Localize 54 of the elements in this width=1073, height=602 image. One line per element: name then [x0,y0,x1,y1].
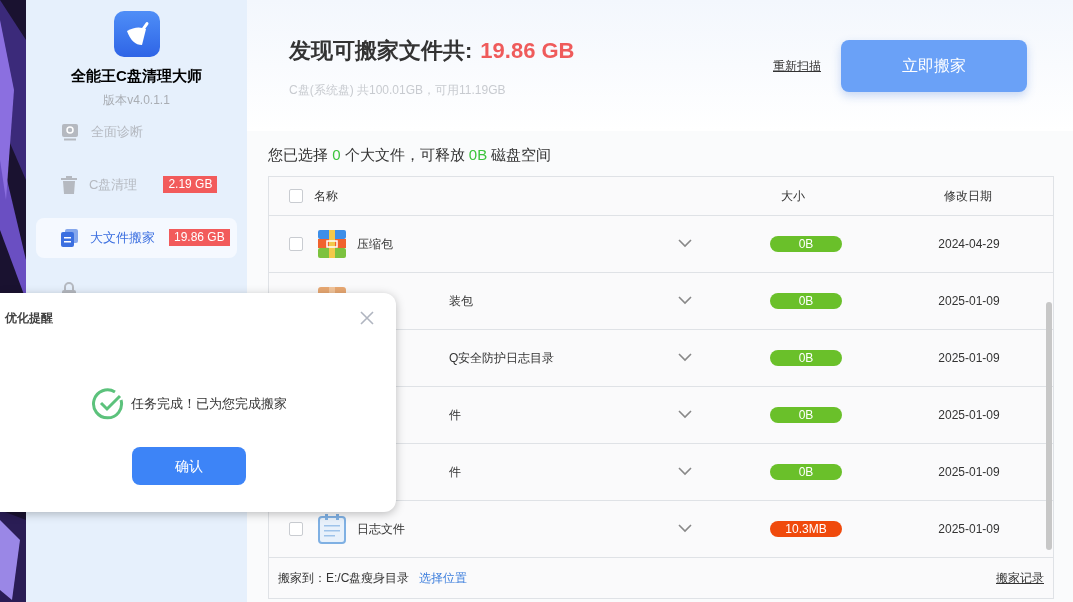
column-header: 修改日期 [943,187,993,205]
checkbox[interactable] [289,521,303,536]
modified-date: 2025-01-09 [937,463,1001,481]
close-icon[interactable] [360,311,374,325]
search-icon [61,122,79,141]
chevron-down-icon[interactable] [678,410,692,419]
selection-summary: 您已选择 0 个大文件，可释放 0B 磁盘空间 [268,145,553,165]
modified-date: 2025-01-09 [937,406,1001,424]
size-pill: 10.3MB [770,520,842,537]
chevron-down-icon[interactable] [678,524,692,533]
size-pill: 0B [770,235,842,252]
column-header: 大小 [780,187,806,205]
size-pill: 0B [770,349,842,366]
app-logo-icon [113,11,160,57]
file-name: 装包 [449,292,473,310]
success-check-icon [91,387,125,421]
nav-item[interactable]: 大文件搬家 19.86 GB [36,217,237,258]
files-icon [61,228,78,247]
modified-date: 2025-01-09 [937,349,1001,367]
total-size: 19.86 GB [480,37,575,65]
chevron-down-icon[interactable] [678,239,692,248]
file-name: Q安全防护日志目录 [449,349,555,367]
modified-date: 2025-01-09 [937,520,1001,538]
archive-icon [318,229,346,258]
column-header: 名称 [314,187,339,205]
size-pill: 0B [770,292,842,309]
nav-label: 大文件搬家 [90,228,155,247]
trash-icon [61,175,77,194]
file-name: 压缩包 [357,235,393,253]
modified-date: 2025-01-09 [937,292,1001,310]
header-title: 发现可搬家文件共: [289,37,473,65]
rescan-link[interactable]: 重新扫描 [773,56,821,75]
size-pill: 0B [770,406,842,423]
file-row[interactable]: 压缩包 0B 2024-04-29 [269,215,1053,273]
chevron-down-icon[interactable] [678,353,692,362]
chevron-down-icon[interactable] [678,296,692,305]
app-version: 版本v4.0.1.1 [103,91,170,109]
file-name: 件 [449,463,461,481]
move-history-link[interactable]: 搬家记录 [996,568,1044,587]
confirm-button[interactable]: 确认 [132,447,246,485]
notepad-icon [318,513,346,544]
count-badge: 19.86 GB [169,229,230,246]
count-badge: 2.19 GB [163,176,218,193]
choose-location-link[interactable]: 选择位置 [419,568,468,587]
file-name: 日志文件 [357,520,405,538]
checkbox[interactable] [289,236,303,251]
file-name: 件 [449,406,461,424]
chevron-down-icon[interactable] [678,467,692,476]
dialog-title: 优化提醒 [5,310,53,327]
checkbox[interactable] [289,188,303,203]
app-name: 全能王C盘清理大师 [71,66,202,86]
target-path: 搬家到：E:/C盘瘦身目录 [278,569,410,587]
modified-date: 2024-04-29 [937,235,1001,253]
size-pill: 0B [770,463,842,480]
